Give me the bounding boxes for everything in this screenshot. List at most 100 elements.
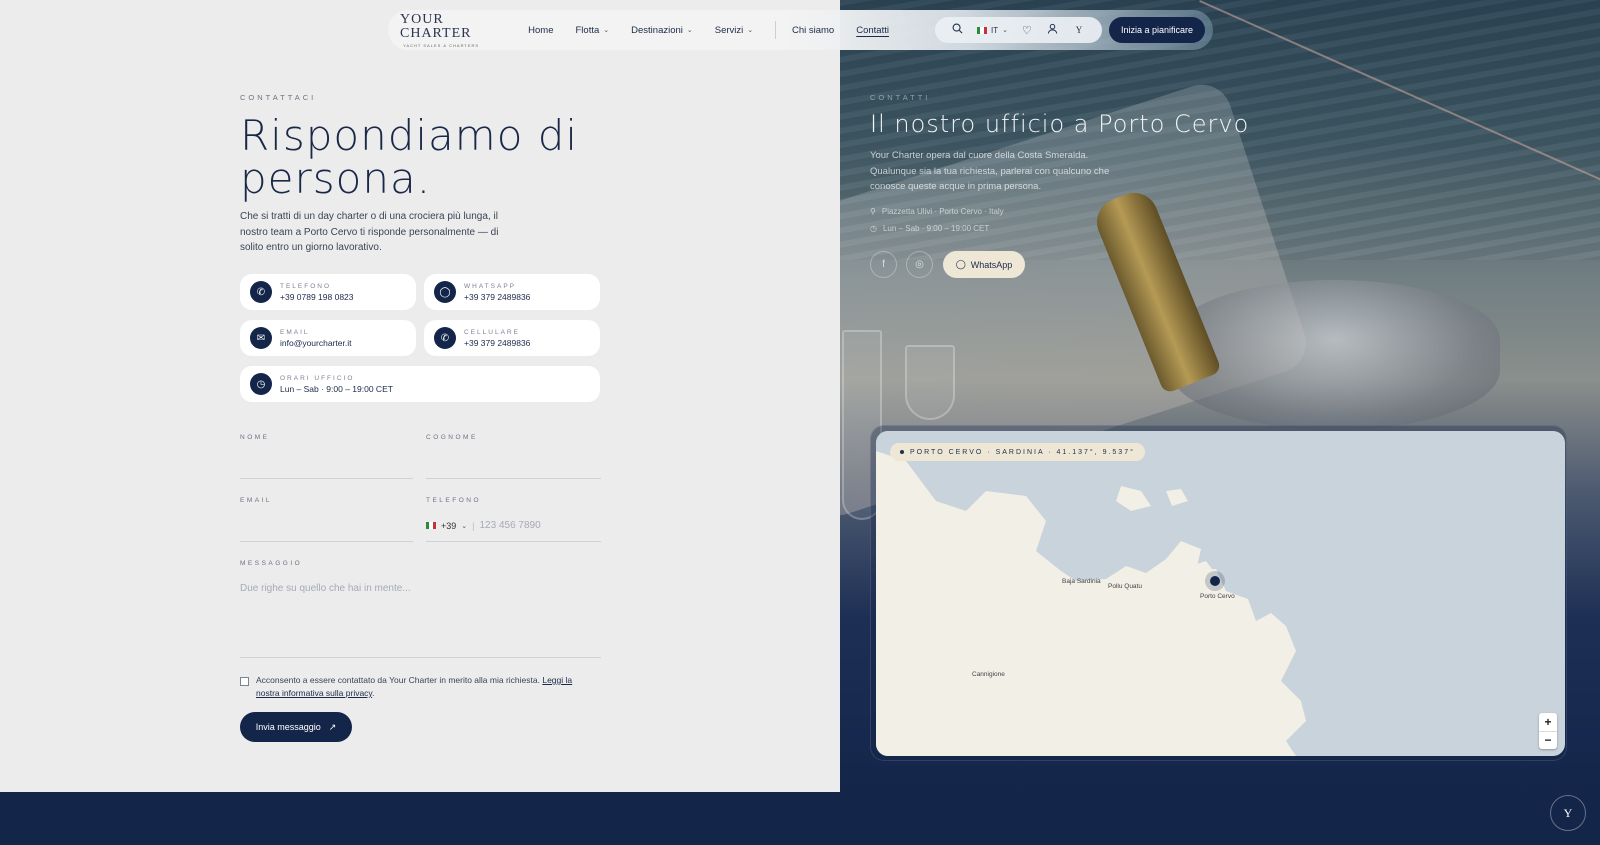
consent-checkbox[interactable] — [240, 677, 249, 686]
nav-label: Flotta — [575, 24, 600, 36]
mail-icon: ✉ — [250, 327, 272, 349]
card-label: CELLULARE — [464, 328, 520, 336]
card-label: TELEFONO — [280, 282, 332, 290]
nome-label: NOME — [240, 434, 270, 441]
phone-icon: ✆ — [250, 281, 272, 303]
glass-image — [905, 345, 955, 420]
zoom-out-button[interactable]: − — [1539, 730, 1557, 750]
map-place-label: Cannigione — [972, 671, 1005, 678]
instagram-icon[interactable]: ◎ — [906, 251, 933, 278]
plan-trip-button[interactable]: Inizia a pianificare — [1108, 17, 1205, 43]
page-title: Rispondiamo di persona. — [240, 114, 660, 200]
italy-flag-icon — [426, 522, 436, 529]
message-underline — [240, 657, 601, 658]
nome-field[interactable] — [240, 478, 413, 479]
office-title: Il nostro ufficio a Porto Cervo — [870, 110, 1250, 138]
language-selector[interactable]: IT ⌄ — [976, 25, 1008, 35]
hours-text: Lun – Sab · 9:00 – 19:00 CET — [882, 224, 990, 233]
nav-tools: IT ⌄ ♡ Y — [934, 17, 1102, 43]
nav-label: Contatti — [856, 24, 889, 36]
map[interactable]: PORTO CERVO · SARDINIA · 41.137°, 9.537°… — [876, 431, 1565, 756]
address-text: Piazzetta Ulivi · Porto Cervo · Italy — [881, 207, 1004, 216]
location-pin-icon: ⚲ — [870, 207, 876, 216]
site-logo[interactable]: YOUR CHARTER YACHT SALES & CHARTERS — [400, 12, 482, 48]
card-label: EMAIL — [280, 328, 310, 336]
email-label: EMAIL — [240, 497, 273, 504]
contact-card-whatsapp[interactable]: ◯ WHATSAPP +39 379 2489836 — [424, 274, 600, 310]
cognome-label: COGNOME — [426, 434, 478, 441]
top-navigation: YOUR CHARTER YACHT SALES & CHARTERS Home… — [388, 10, 1213, 50]
clock-icon: ◷ — [250, 373, 272, 395]
monogram-icon[interactable]: Y — [1066, 25, 1092, 35]
nav-label: Servizi — [714, 24, 744, 36]
search-icon[interactable] — [945, 23, 971, 37]
chat-icon: ◯ — [955, 259, 966, 269]
office-address: ⚲ Piazzetta Ulivi · Porto Cervo · Italy — [870, 207, 1004, 216]
chevron-down-icon: ⌄ — [1002, 27, 1008, 34]
chevron-down-icon: ⌄ — [603, 27, 610, 34]
office-text: Your Charter opera dal cuore della Costa… — [870, 150, 1110, 192]
whatsapp-label: WhatsApp — [970, 259, 1013, 270]
card-value: info@yourcharter.it — [280, 337, 352, 348]
card-value: Lun – Sab · 9:00 – 19:00 CET — [280, 383, 393, 394]
monogram-fab-button[interactable]: Y — [1550, 795, 1586, 831]
facebook-icon[interactable]: f — [870, 251, 897, 278]
card-value: +39 379 2489836 — [464, 337, 531, 348]
nav-label: Home — [528, 24, 554, 36]
send-message-button[interactable]: Invia messaggio ↗ — [240, 712, 352, 742]
page-title-line: persona. — [240, 154, 432, 203]
chat-icon: ◯ — [434, 281, 456, 303]
chevron-down-icon: ⌄ — [686, 27, 693, 34]
consent-row: Acconsento a essere contattato da Your C… — [240, 674, 590, 700]
phone-input[interactable]: 123 456 7890 — [480, 520, 541, 531]
nav-destinazioni[interactable]: Destinazioni ⌄ — [631, 25, 693, 36]
zoom-in-button[interactable]: + — [1539, 713, 1557, 731]
contact-card-orari: ◷ ORARI UFFICIO Lun – Sab · 9:00 – 19:00 … — [240, 366, 600, 402]
telefono-field[interactable] — [426, 541, 601, 542]
phone-icon: ✆ — [434, 327, 456, 349]
section-eyebrow: CONTATTACI — [240, 93, 317, 102]
country-code-selector[interactable]: +39 ⌄ | 123 456 7890 — [426, 520, 541, 531]
whatsapp-button[interactable]: ◯ WhatsApp — [943, 251, 1025, 278]
country-code: +39 — [441, 520, 457, 531]
map-place-label: Baja Sardinia — [1062, 578, 1101, 585]
card-value: +39 0789 198 0823 — [280, 291, 354, 302]
card-label: ORARI UFFICIO — [280, 374, 355, 382]
logo-tagline: YACHT SALES & CHARTERS — [403, 42, 480, 48]
heart-icon[interactable]: ♡ — [1014, 24, 1040, 37]
map-place-label: Pollu Quatu — [1108, 583, 1142, 590]
arrow-up-right-icon: ↗ — [328, 721, 337, 732]
chevron-down-icon: ⌄ — [747, 27, 754, 34]
email-field[interactable] — [240, 541, 413, 542]
consent-label: Acconsento a essere contattato da Your C… — [256, 675, 540, 685]
map-zoom-controls: + − — [1539, 713, 1557, 749]
send-label: Invia messaggio — [255, 722, 321, 732]
language-code: IT — [990, 25, 999, 35]
intro-text: Che si tratti di un day charter o di una… — [240, 211, 499, 253]
map-place-label: Porto Cervo — [1200, 593, 1235, 600]
cognome-field[interactable] — [426, 478, 601, 479]
page-title-line: Rispondiamo di — [240, 111, 579, 160]
nav-home[interactable]: Home — [528, 25, 553, 36]
card-value: +39 379 2489836 — [464, 291, 531, 302]
consent-text: Acconsento a essere contattato da Your C… — [256, 675, 573, 698]
chevron-down-icon: ⌄ — [461, 522, 468, 530]
office-hours: ◷ Lun – Sab · 9:00 – 19:00 CET — [870, 224, 989, 233]
card-label: WHATSAPP — [464, 282, 516, 290]
nav-servizi[interactable]: Servizi ⌄ — [715, 25, 753, 36]
nav-chi-siamo[interactable]: Chi siamo — [792, 25, 834, 36]
contact-card-email[interactable]: ✉ EMAIL info@yourcharter.it — [240, 320, 416, 356]
user-icon[interactable] — [1040, 23, 1066, 37]
nav-flotta[interactable]: Flotta ⌄ — [576, 25, 610, 36]
nav-label: Destinazioni — [631, 24, 683, 36]
nav-label: Chi siamo — [791, 24, 835, 36]
nav-contatti[interactable]: Contatti — [856, 25, 889, 36]
message-textarea[interactable]: Due righe su quello che hai in mente... — [240, 583, 411, 594]
map-pin-icon[interactable] — [1210, 576, 1220, 586]
messaggio-label: MESSAGGIO — [240, 560, 303, 567]
telefono-label: TELEFONO — [426, 497, 482, 504]
contact-card-cellulare[interactable]: ✆ CELLULARE +39 379 2489836 — [424, 320, 600, 356]
map-tag-text: PORTO CERVO · SARDINIA · 41.137°, 9.537° — [910, 448, 1135, 456]
contact-card-telefono[interactable]: ✆ TELEFONO +39 0789 198 0823 — [240, 274, 416, 310]
footer-band — [0, 792, 1600, 845]
